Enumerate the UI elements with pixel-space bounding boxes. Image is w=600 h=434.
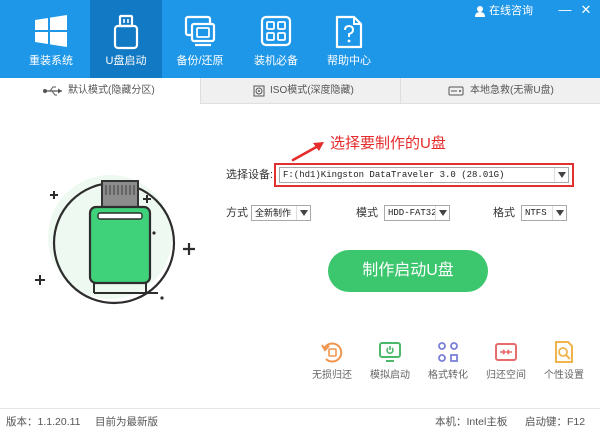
tool-personalize[interactable]: 个性设置 [532,340,596,382]
disc-icon [253,85,265,97]
boot-hotkey-text: 启动键：F12 [525,416,586,428]
nav-item-help-center[interactable]: 帮助中心 [313,0,385,78]
format-select-value: NTFS [525,208,547,218]
tool-format-label: 格式转化 [428,370,468,381]
create-boot-usb-button[interactable]: 制作启动U盘 [328,250,488,292]
nav-item-essentials[interactable]: 装机必备 [240,0,312,78]
headset-icon [475,6,485,17]
backup-icon [184,15,216,47]
online-service-label: 在线咨询 [489,5,533,17]
tool-restore-label: 无损归还 [312,370,352,381]
tool-personalize-label: 个性设置 [544,370,584,381]
tool-simulate-label: 模拟启动 [370,370,410,381]
mode-label: 模式 [356,207,378,219]
drive-icon [448,86,464,96]
restore-icon [321,342,343,363]
format-label: 格式 [493,207,515,219]
apps-icon [260,15,292,47]
nav-item-usb-boot[interactable]: U盘启动 [90,0,162,78]
reclaim-space-icon [495,343,517,361]
personalize-icon [555,341,573,363]
select-usb-hint: 选择要制作的U盘 [330,135,446,152]
mode-select[interactable]: HDD-FAT32 [384,205,450,221]
windows-icon [35,15,67,47]
mode-tabs: 默认模式(隐藏分区) ISO模式(深度隐藏) 本地急救(无需U盘) [0,78,600,105]
tool-reclaim-label: 归还空间 [486,370,526,381]
chevron-down-icon [552,206,566,220]
version-text: 版本：1.1.20.11 [6,416,81,428]
latest-version-text: 目前为最新版 [95,416,158,428]
tab-default-mode[interactable]: 默认模式(隐藏分区) [0,78,200,105]
nav-label-usb: U盘启动 [105,55,147,67]
nav-label-help: 帮助中心 [327,55,371,67]
nav-label-backup: 备份/还原 [176,55,224,67]
tab-local-label: 本地急救(无需U盘) [470,85,554,96]
usb-illustration [35,175,195,305]
format-select[interactable]: NTFS [521,205,567,221]
nav-label-reinstall: 重装系统 [29,55,73,67]
close-button[interactable]: ✕ [578,2,594,18]
device-label: 选择设备: [226,169,274,181]
simulate-boot-icon [379,342,401,362]
tool-format-convert[interactable]: 格式转化 [416,340,480,382]
help-icon [335,15,363,49]
chevron-down-icon [296,206,310,220]
device-select-value: F:(hd1)Kingston DataTraveler 3.0 (28.01G… [283,170,505,180]
tool-restore[interactable]: 无损归还 [300,340,364,382]
machine-info-text: 本机：Intel主板 [435,416,508,428]
red-arrow-icon [291,142,324,162]
chevron-down-icon [554,168,568,182]
method-label: 方式 [226,207,248,219]
tab-iso-mode[interactable]: ISO模式(深度隐藏) [201,78,400,104]
tab-local-rescue[interactable]: 本地急救(无需U盘) [401,78,600,104]
device-select[interactable]: F:(hd1)Kingston DataTraveler 3.0 (28.01G… [279,167,569,183]
chevron-down-icon [435,206,449,220]
method-select[interactable]: 全新制作 [251,205,311,221]
minimize-button[interactable]: — [557,2,573,18]
usb-symbol-icon [43,86,62,96]
mode-select-value: HDD-FAT32 [388,208,437,218]
nav-label-essentials: 装机必备 [254,55,298,67]
tool-simulate-boot[interactable]: 模拟启动 [358,340,422,382]
header-bar: 重装系统 U盘启动 备份/还原 装机必备 帮助中心 在线咨询 — ✕ [0,0,600,78]
format-convert-icon [438,342,458,362]
tab-iso-label: ISO模式(深度隐藏) [270,85,354,96]
method-select-value: 全新制作 [255,208,292,218]
tool-reclaim-space[interactable]: 归还空间 [474,340,538,382]
nav-item-reinstall-system[interactable]: 重装系统 [15,0,87,78]
nav-item-backup-restore[interactable]: 备份/还原 [164,0,236,78]
status-bar: 版本：1.1.20.11 目前为最新版 本机：Intel主板 启动键：F12 [0,408,600,434]
tab-default-label: 默认模式(隐藏分区) [68,85,155,96]
usb-drive-icon [113,14,139,50]
